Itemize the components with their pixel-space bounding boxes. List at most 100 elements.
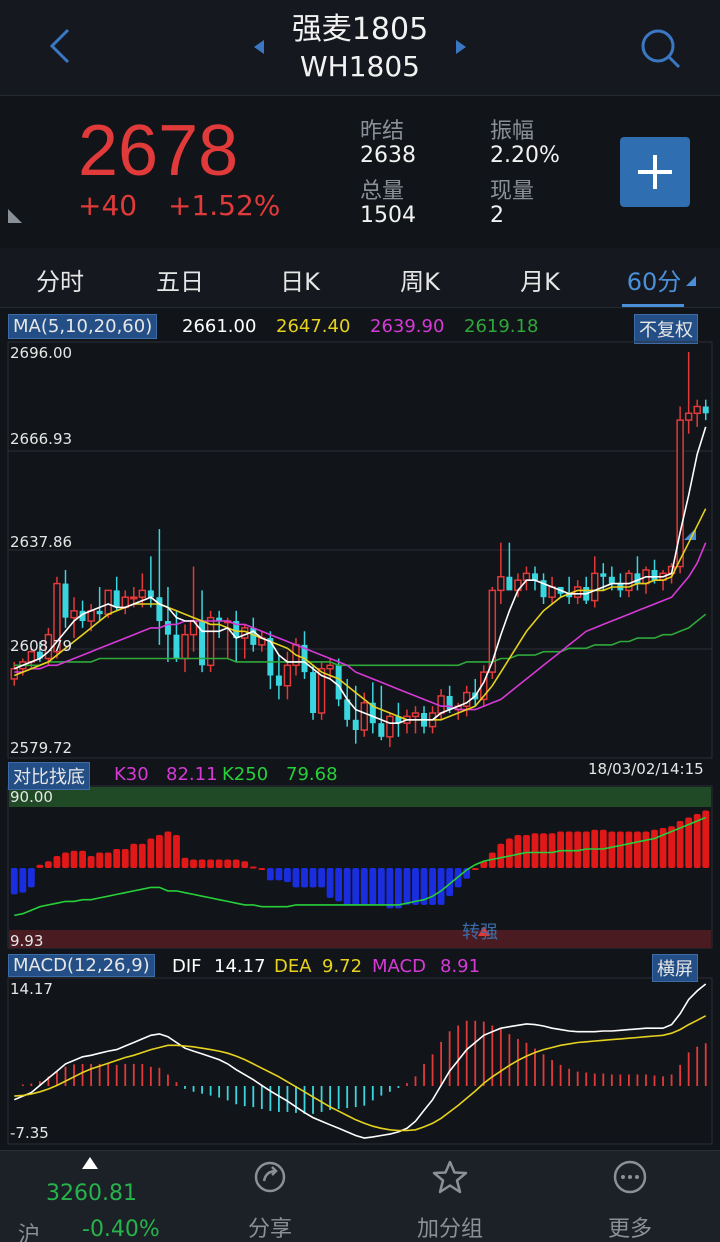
compare-bar-60 [523, 834, 530, 868]
compare-bar-17 [155, 834, 163, 868]
dea-label: DEA [274, 956, 312, 977]
compare-bar-18 [164, 831, 172, 868]
k250-label: K250 [222, 764, 269, 785]
compare-bar-31 [275, 868, 283, 881]
index-value: 3260.81 [46, 1181, 137, 1206]
candle-body-73 [634, 573, 641, 584]
star-icon [432, 1160, 468, 1194]
compare-bar-75 [651, 829, 658, 868]
candle-body-41 [360, 702, 369, 731]
compare-bar-25 [224, 859, 232, 868]
compare-bar-42 [369, 868, 377, 905]
candle-body-40 [352, 719, 359, 731]
charts-canvas[interactable] [0, 0, 720, 1150]
ma20-line [14, 542, 707, 711]
macd-max: 14.17 [10, 980, 53, 998]
k250-value: 79.68 [286, 764, 338, 785]
dea-line [14, 1015, 707, 1132]
ma10-line [14, 508, 707, 721]
strengthen-annotation: 转强 [462, 922, 498, 943]
compare-bar-47 [412, 868, 419, 905]
compare-bar-9 [87, 855, 95, 868]
compare-bar-21 [190, 859, 197, 868]
candle-body-70 [608, 576, 615, 584]
compare-bar-45 [395, 868, 402, 909]
compare-bar-61 [531, 833, 539, 868]
candle-body-16 [147, 590, 154, 598]
compare-bar-2 [27, 868, 35, 888]
compare-bar-36 [318, 868, 325, 888]
compare-bar-16 [147, 838, 155, 868]
bottom-indicator-max: 90.00 [10, 788, 53, 806]
compare-bar-3 [36, 864, 44, 868]
compare-bar-65 [565, 831, 573, 868]
dif-line [13, 983, 707, 1139]
compare-bar-59 [514, 834, 522, 868]
candle-body-7 [70, 610, 78, 619]
candle-body-11 [104, 589, 112, 615]
dif-label: DIF [172, 956, 202, 977]
candle-body-10 [96, 610, 103, 615]
index-ticker[interactable]: 3260.81 沪 -0.40% [0, 1151, 180, 1242]
compare-bar-23 [207, 859, 215, 868]
candle-body-47 [411, 712, 420, 718]
more-button[interactable]: 更多 [570, 1151, 690, 1242]
macd-min: -7.35 [10, 1124, 49, 1142]
candle-body-19 [173, 634, 180, 659]
compare-bar-38 [335, 868, 343, 902]
bottom-indicator-label[interactable]: 对比找底 [8, 762, 90, 790]
compare-bar-57 [497, 843, 505, 868]
dea-value: 9.72 [322, 956, 363, 977]
candle-body-57 [497, 576, 505, 592]
compare-bar-19 [173, 834, 180, 868]
ma60-line [14, 613, 707, 667]
macd-value: 8.91 [440, 956, 481, 977]
bottom-indicator-bars [10, 810, 710, 909]
compare-bar-13 [121, 848, 129, 868]
candle-body-20 [181, 633, 189, 660]
compare-bar-37 [326, 868, 334, 898]
candle-body-12 [113, 590, 120, 608]
compare-bar-44 [386, 868, 394, 909]
compare-bar-62 [540, 833, 547, 868]
kline-tick-1: 2666.93 [10, 430, 73, 448]
landscape-button[interactable]: 横屏 [652, 954, 698, 982]
macd-histogram [21, 1020, 707, 1114]
macd-indicator-label[interactable]: MACD(12,26,9) [8, 954, 155, 977]
kline-tick-4: 2579.72 [10, 739, 73, 757]
add-to-group-button[interactable]: 加分组 [390, 1151, 510, 1242]
k30-value: 82.11 [166, 764, 218, 785]
compare-bar-32 [284, 868, 291, 883]
candle-body-37 [326, 664, 334, 670]
candle-body-15 [138, 589, 147, 598]
current-datetime: 18/03/02/14:15 [588, 760, 704, 778]
compare-bar-5 [53, 855, 61, 868]
compare-bar-29 [258, 868, 266, 870]
share-label: 分享 [247, 1217, 292, 1242]
candle-body-58 [506, 576, 513, 591]
compare-bar-73 [634, 831, 641, 868]
compare-bar-26 [232, 859, 240, 868]
candle-body-60 [522, 572, 531, 581]
candle-body-43 [378, 723, 385, 737]
kline-tick-3: 2608.79 [10, 637, 73, 655]
bottom-bar: 3260.81 沪 -0.40% 分享 加分组 更多 [0, 1150, 720, 1242]
candle-body-79 [684, 412, 693, 421]
compare-bar-22 [198, 859, 206, 868]
more-dots-icon [613, 1160, 647, 1194]
compare-bar-1 [19, 868, 27, 893]
compare-bar-14 [130, 843, 138, 868]
dif-value: 14.17 [214, 956, 266, 977]
kline-tick-0: 2696.00 [10, 344, 73, 362]
macd-label: MACD [372, 956, 426, 977]
compare-bar-63 [548, 833, 556, 868]
top-zone-band [9, 787, 711, 807]
compare-bar-46 [403, 868, 411, 905]
compare-bar-10 [96, 852, 104, 868]
kline-grid [8, 450, 712, 650]
compare-bar-20 [181, 857, 189, 868]
compare-bar-7 [70, 850, 78, 868]
share-button[interactable]: 分享 [210, 1151, 330, 1242]
compare-bar-6 [62, 852, 69, 868]
more-label: 更多 [607, 1217, 652, 1242]
